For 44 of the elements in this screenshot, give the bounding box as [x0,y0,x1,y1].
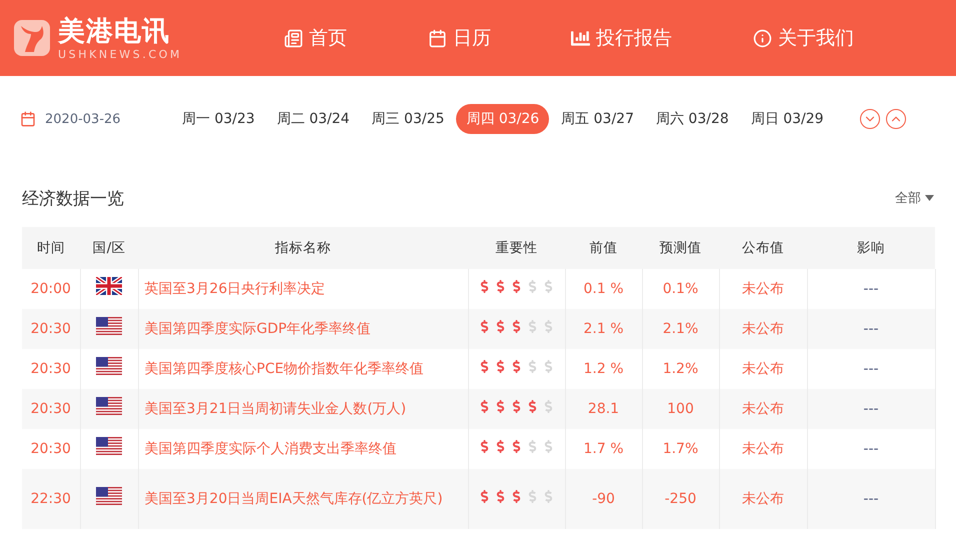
forecast-cell: -250 [642,469,719,529]
day-tab[interactable]: 周六 03/28 [646,104,739,134]
calendar-icon [20,111,36,127]
us-flag-icon [96,356,122,374]
current-date: 2020-03-26 [45,112,121,126]
section-title: 经济数据一览 [22,188,124,210]
column-header: 重要性 [468,227,565,269]
column-header: 国/区 [80,227,138,269]
previous-button[interactable] [886,109,906,129]
filter-dropdown[interactable]: 全部 [895,189,934,207]
brand-name: 美港电讯 [58,16,171,48]
column-header: 时间 [22,227,80,269]
column-header: 指标名称 [138,227,468,269]
us-flag-icon [96,486,122,504]
next-button[interactable] [860,109,880,129]
nav-link[interactable]: 关于我们 [753,25,873,51]
column-header: 前值 [565,227,642,269]
brand-domain: USHKNEWS.COM [58,48,182,60]
actual-cell: 未公布 [719,469,807,529]
day-tab[interactable]: 周二 03/24 [266,104,360,134]
time-cell: 22:30 [22,469,80,529]
day-tab[interactable]: 周四 03/26 [456,104,550,134]
column-header: 公布值 [719,227,807,269]
nav-link[interactable]: 日历 [428,25,571,51]
day-tab[interactable]: 周一 03/23 [172,104,265,134]
us-flag-icon [96,396,122,414]
column-header: 影响 [807,227,935,269]
nav-link[interactable]: 投行报告 [571,25,753,51]
previous-cell: -90 [565,469,642,529]
indicator-link[interactable]: 美国至3月20日当周EIA天然气库存(亿立方英尺) [138,469,468,529]
us-flag-icon [96,436,122,454]
caret-icon [925,195,934,201]
day-tab[interactable]: 周五 03/27 [551,104,644,134]
day-tab[interactable]: 周日 03/29 [740,104,834,134]
nav-link[interactable]: 首页 [284,25,428,51]
day-tab[interactable]: 周三 03/25 [362,104,454,134]
logo-icon [14,20,50,56]
newspaper-icon [284,28,303,48]
calendar-icon [428,28,447,48]
uk-flag-icon [96,276,122,294]
us-flag-icon [96,316,122,334]
bar-chart-icon [571,28,590,48]
column-header: 预测值 [642,227,719,269]
impact-cell: --- [807,469,935,529]
